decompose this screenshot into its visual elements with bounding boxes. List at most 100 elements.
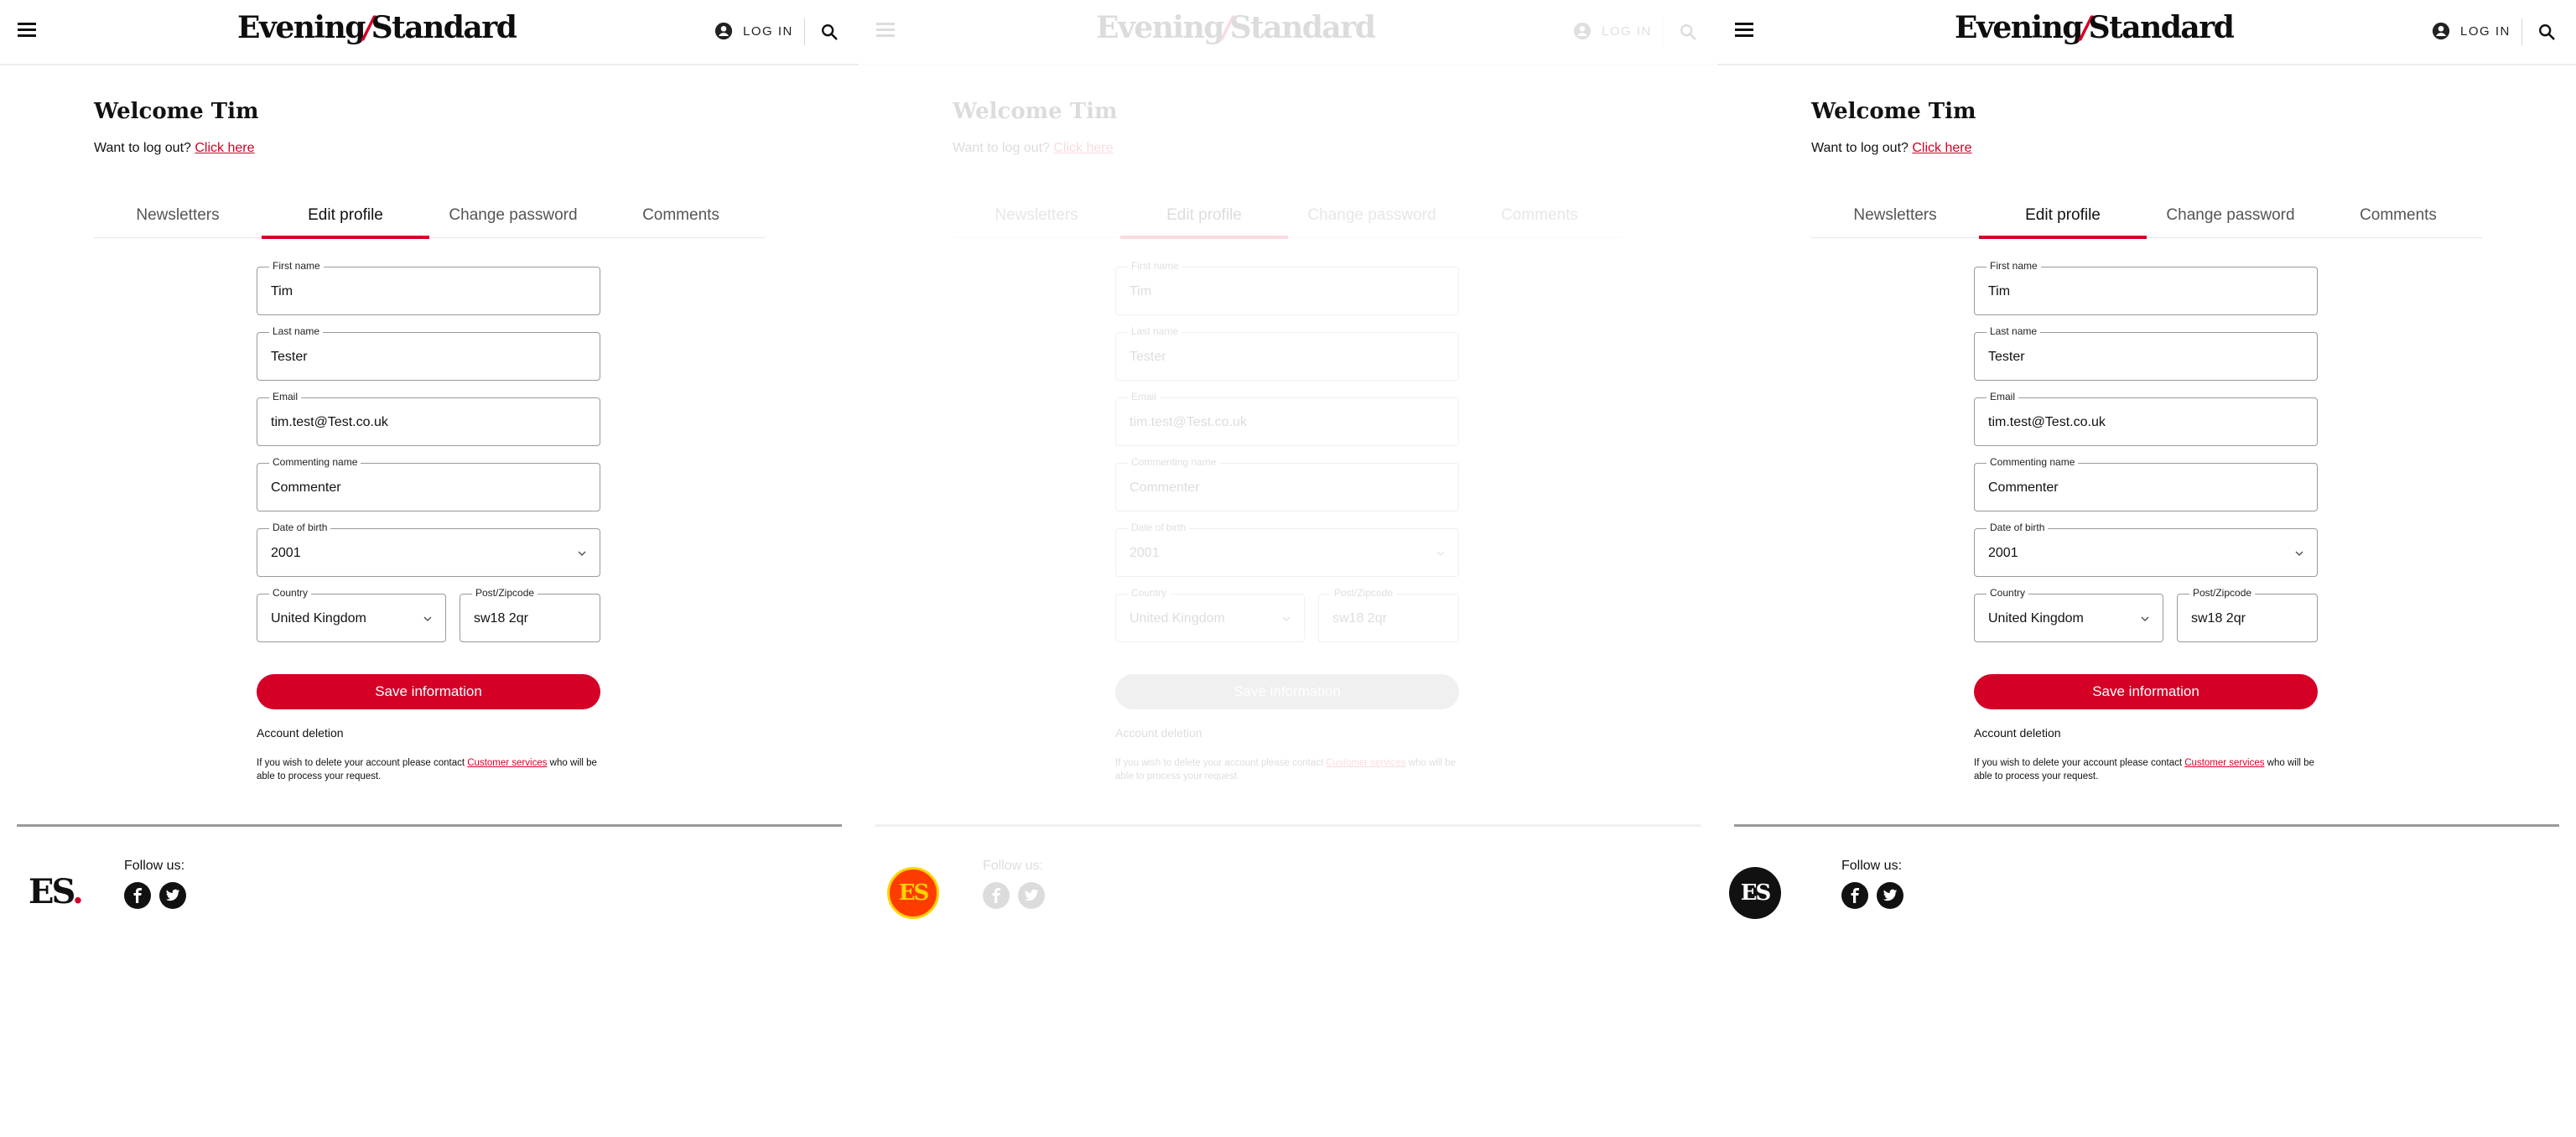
es-badge-logo-color[interactable]: ES	[887, 867, 939, 919]
email-value: tim.test@Test.co.uk	[1988, 415, 2106, 429]
email-field[interactable]: Email tim.test@Test.co.uk	[1974, 391, 2318, 446]
logout-link[interactable]: Click here	[1053, 141, 1113, 155]
tab-comments[interactable]: Comments	[1456, 200, 1623, 237]
country-select[interactable]: Country United Kingdom	[1974, 587, 2163, 642]
hamburger-icon[interactable]	[1735, 23, 1753, 38]
last-name-value: Tester	[1130, 350, 1166, 364]
commenting-name-label: Commenting name	[269, 456, 361, 468]
dob-label: Date of birth	[1128, 522, 1190, 533]
dob-select[interactable]: Date of birth 2001	[257, 522, 600, 577]
brand-logo[interactable]: Evening/Standard	[1955, 10, 2235, 54]
facebook-icon[interactable]	[983, 882, 1010, 909]
dob-label: Date of birth	[1987, 522, 2049, 533]
first-name-field[interactable]: First name Tim	[257, 260, 600, 315]
hamburger-icon[interactable]	[876, 23, 895, 38]
es-badge-text: ES	[1740, 880, 1772, 906]
brand-left: Evening	[1096, 10, 1224, 45]
first-name-value: Tim	[1130, 284, 1152, 299]
es-logo[interactable]: ES.	[29, 872, 84, 911]
email-field[interactable]: Email tim.test@Test.co.uk	[1115, 391, 1459, 446]
dob-select[interactable]: Date of birth 2001	[1974, 522, 2318, 577]
customer-services-link[interactable]: Customer services	[467, 758, 547, 768]
user-icon	[2432, 22, 2450, 40]
header-divider	[2521, 18, 2522, 45]
postcode-label: Post/Zipcode	[1331, 587, 1397, 599]
site-header: Evening/Standard LOG IN	[859, 0, 1717, 65]
commenting-name-field[interactable]: Commenting name Commenter	[1115, 456, 1459, 511]
tab-newsletters[interactable]: Newsletters	[94, 200, 262, 237]
dob-value: 2001	[1130, 546, 1160, 560]
country-select[interactable]: Country United Kingdom	[257, 587, 446, 642]
postcode-field[interactable]: Post/Zipcode sw18 2qr	[460, 587, 600, 642]
last-name-field[interactable]: Last name Tester	[1974, 325, 2318, 381]
tab-change-password[interactable]: Change password	[429, 200, 597, 237]
commenting-name-field[interactable]: Commenting name Commenter	[1974, 456, 2318, 511]
header-divider	[1663, 18, 1664, 45]
twitter-icon[interactable]	[159, 882, 186, 909]
save-information-button[interactable]: Save information	[257, 674, 600, 709]
country-label: Country	[269, 587, 312, 599]
es-logo-text: ES	[29, 872, 75, 911]
logout-line: Want to log out? Click here	[94, 141, 255, 156]
logout-link[interactable]: Click here	[1912, 141, 1971, 155]
follow-us-label: Follow us:	[1841, 859, 1903, 873]
tab-change-password[interactable]: Change password	[1288, 200, 1456, 237]
search-icon[interactable]	[820, 23, 839, 41]
dob-select[interactable]: Date of birth 2001	[1115, 522, 1459, 577]
tab-newsletters[interactable]: Newsletters	[1811, 200, 1979, 237]
brand-logo[interactable]: Evening/Standard	[237, 10, 517, 54]
login-label: LOG IN	[2460, 23, 2511, 39]
site-header: Evening/Standard LOG IN	[0, 0, 859, 65]
first-name-field[interactable]: First name Tim	[1974, 260, 2318, 315]
postcode-field[interactable]: Post/Zipcode sw18 2qr	[1318, 587, 1459, 642]
user-icon	[1573, 22, 1592, 40]
postcode-value: sw18 2qr	[1332, 611, 1387, 626]
last-name-field[interactable]: Last name Tester	[257, 325, 600, 381]
twitter-icon[interactable]	[1877, 882, 1903, 909]
tab-comments[interactable]: Comments	[597, 200, 765, 237]
postcode-value: sw18 2qr	[2191, 611, 2246, 626]
account-deletion-title: Account deletion	[1974, 726, 2061, 740]
first-name-label: First name	[1128, 260, 1182, 272]
tab-edit-profile[interactable]: Edit profile	[1979, 200, 2147, 239]
country-select[interactable]: Country United Kingdom	[1115, 587, 1305, 642]
facebook-icon[interactable]	[1841, 882, 1868, 909]
user-icon	[714, 22, 733, 40]
first-name-field[interactable]: First name Tim	[1115, 260, 1459, 315]
login-label: LOG IN	[1602, 23, 1652, 39]
login-button[interactable]: LOG IN	[714, 22, 793, 40]
save-information-button[interactable]: Save information	[1974, 674, 2318, 709]
facebook-icon[interactable]	[124, 882, 151, 909]
country-value: United Kingdom	[1130, 611, 1225, 626]
brand-logo[interactable]: Evening/Standard	[1096, 10, 1376, 54]
customer-services-link[interactable]: Customer services	[2184, 758, 2264, 768]
edit-profile-form: First name Tim Last name Tester Email ti…	[257, 260, 602, 783]
tab-comments[interactable]: Comments	[2314, 200, 2482, 237]
email-label: Email	[1128, 391, 1161, 402]
commenting-name-label: Commenting name	[1987, 456, 2079, 468]
logout-link[interactable]: Click here	[195, 141, 254, 155]
brand-right: Standard	[2088, 10, 2235, 45]
customer-services-link[interactable]: Customer services	[1326, 758, 1405, 768]
twitter-icon[interactable]	[1018, 882, 1045, 909]
postcode-field[interactable]: Post/Zipcode sw18 2qr	[2177, 587, 2318, 642]
login-button[interactable]: LOG IN	[1573, 22, 1652, 40]
last-name-label: Last name	[1128, 325, 1182, 337]
commenting-name-field[interactable]: Commenting name Commenter	[257, 456, 600, 511]
search-icon[interactable]	[1679, 23, 1697, 41]
es-badge-logo[interactable]: ES	[1729, 867, 1781, 919]
last-name-value: Tester	[271, 350, 308, 364]
search-icon[interactable]	[2537, 23, 2556, 41]
login-button[interactable]: LOG IN	[2432, 22, 2511, 40]
tab-newsletters[interactable]: Newsletters	[953, 200, 1120, 237]
tab-change-password[interactable]: Change password	[2147, 200, 2314, 237]
deletion-text-before: If you wish to delete your account pleas…	[1115, 758, 1324, 768]
dob-value: 2001	[1988, 546, 2018, 560]
hamburger-icon[interactable]	[18, 23, 36, 38]
save-information-button[interactable]: Save information	[1115, 674, 1459, 709]
tab-edit-profile[interactable]: Edit profile	[1120, 200, 1288, 239]
tab-edit-profile[interactable]: Edit profile	[262, 200, 429, 239]
email-value: tim.test@Test.co.uk	[271, 415, 388, 429]
email-field[interactable]: Email tim.test@Test.co.uk	[257, 391, 600, 446]
last-name-field[interactable]: Last name Tester	[1115, 325, 1459, 381]
